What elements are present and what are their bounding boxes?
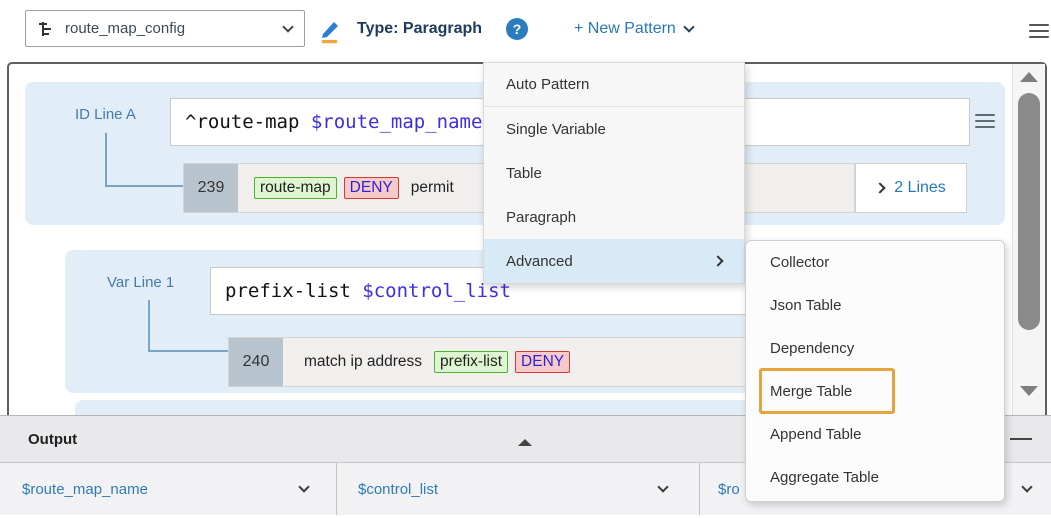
drag-handle-icon[interactable] [975,110,995,132]
matched-token: prefix-list [434,351,508,373]
column-label: $route_map_name [22,481,148,498]
pattern-tree-icon [38,20,56,38]
submenu-item-dependency[interactable]: Dependency [746,327,1004,370]
matched-token: route-map [254,177,337,199]
help-icon[interactable]: ? [506,18,528,40]
parser-pattern-editor: route_map_config Type: Paragraph ? + New… [0,0,1051,518]
connector-line [148,350,228,352]
new-pattern-menu: Auto Pattern Single Variable Table Parag… [483,62,745,284]
scroll-up-icon[interactable] [1020,72,1038,82]
pattern-select-value: route_map_config [65,20,275,37]
line-number-badge: 240 [229,338,283,386]
connector-line [105,185,183,187]
id-line-label: ID Line A [75,106,136,123]
toolbar: route_map_config Type: Paragraph ? + New… [0,0,1051,62]
chevron-right-icon [712,255,723,266]
more-menu-icon[interactable] [1029,20,1049,42]
plain-token: match ip address [299,352,427,372]
pattern-type-label: Type: Paragraph [357,0,482,58]
menu-item-label: Advanced [506,253,573,270]
submenu-item-json-table[interactable]: Json Table [746,284,1004,327]
chevron-right-icon [875,182,886,193]
menu-item-paragraph[interactable]: Paragraph [484,195,744,239]
connector-line [105,133,107,187]
expand-lines-label: 2 Lines [894,179,946,197]
scrollbar-thumb[interactable] [1018,93,1040,330]
menu-item-advanced[interactable]: Advanced [484,239,744,283]
regex-text: ^route-map [185,111,311,133]
menu-item-table[interactable]: Table [484,151,744,195]
menu-item-single-variable[interactable]: Single Variable [484,107,744,151]
regex-variable: $route_map_name [311,111,483,133]
chevron-down-icon [683,21,694,32]
output-column-control-list[interactable]: $control_list [338,463,700,515]
chevron-down-icon [298,481,309,492]
minimize-icon[interactable] [1010,430,1032,448]
pattern-select[interactable]: route_map_config [25,10,305,47]
output-title: Output [28,416,77,462]
edit-pencil-icon[interactable] [315,17,343,45]
plain-token: permit [406,178,459,198]
collapse-up-icon[interactable] [518,422,534,440]
scroll-down-icon[interactable] [1020,386,1038,396]
line-number-badge: 239 [184,164,238,212]
connector-line [148,300,150,352]
output-column-route-map-name[interactable]: $route_map_name [0,463,337,515]
chevron-down-icon [1021,481,1032,492]
submenu-item-append-table[interactable]: Append Table [746,413,1004,456]
vertical-scrollbar[interactable] [1012,64,1045,415]
submenu-item-collector[interactable]: Collector [746,241,1004,284]
chevron-down-icon [657,481,668,492]
column-label: $ro [718,481,740,498]
column-label: $control_list [358,481,438,498]
menu-item-auto-pattern[interactable]: Auto Pattern [484,63,744,107]
expand-lines-button[interactable]: 2 Lines [855,163,967,213]
new-pattern-button[interactable]: + New Pattern [574,0,693,58]
submenu-item-aggregate-table[interactable]: Aggregate Table [746,456,1004,499]
new-pattern-label: + New Pattern [574,20,676,38]
variable-token: DENY [515,351,570,373]
var-line-label: Var Line 1 [107,274,174,291]
advanced-submenu: Collector Json Table Dependency Merge Ta… [745,240,1005,502]
chevron-down-icon [282,21,293,32]
submenu-item-merge-table[interactable]: Merge Table [746,370,1004,413]
variable-token: DENY [344,177,399,199]
regex-text: prefix-list [225,280,362,302]
